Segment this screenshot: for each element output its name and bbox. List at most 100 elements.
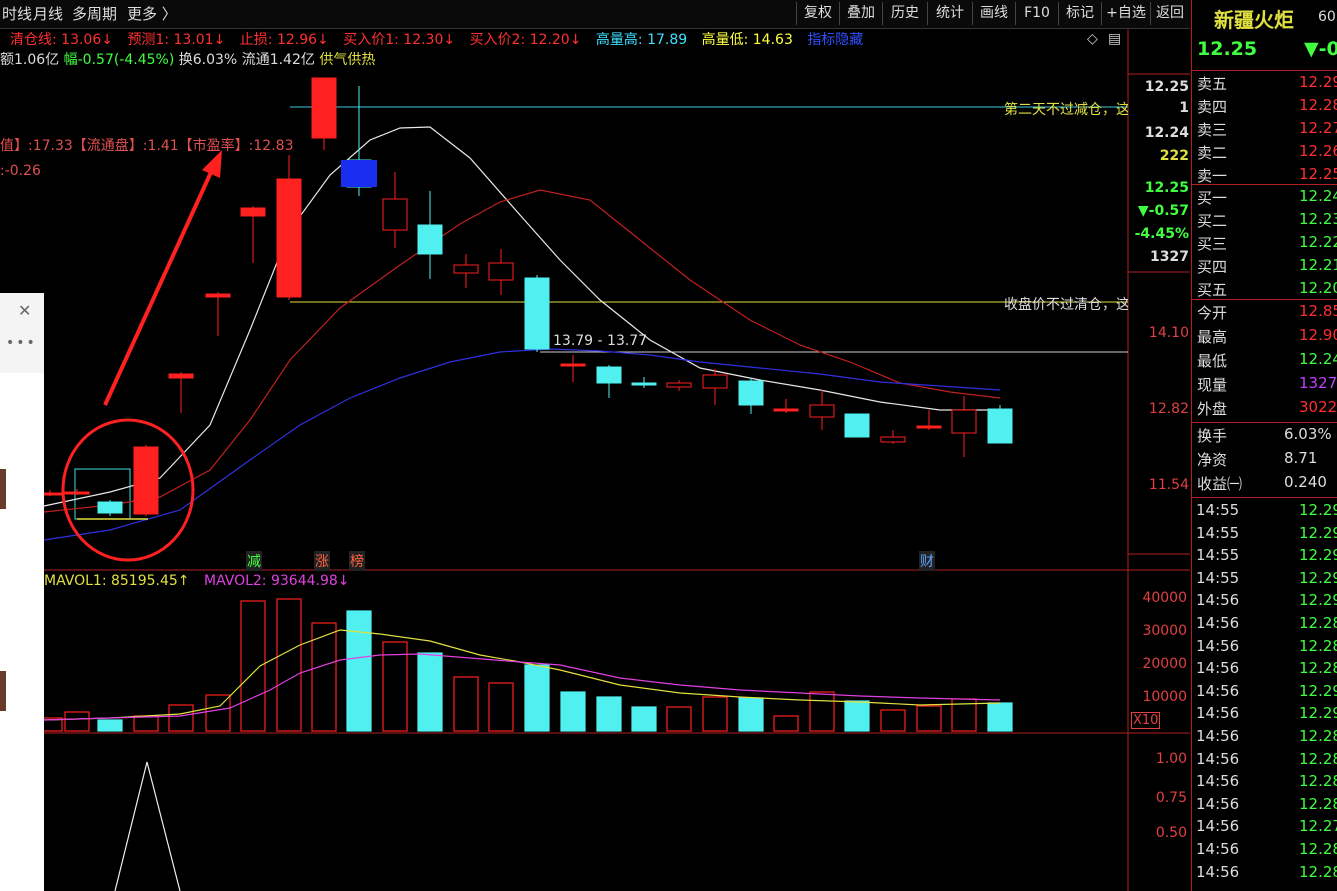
- history-button[interactable]: 历史: [882, 2, 927, 25]
- tick-row: 14:56 12.28: [1192, 750, 1337, 772]
- arrow-shaft: [103, 169, 214, 406]
- thumbnail-image[interactable]: [0, 469, 6, 509]
- more-dots-icon[interactable]: •••: [6, 335, 37, 351]
- volume-bar: [346, 610, 372, 732]
- bid-row[interactable]: 买三 12.22: [1192, 233, 1337, 255]
- ask-row[interactable]: 卖四 12.28: [1192, 96, 1337, 118]
- stat2-row-label: 换手: [1197, 427, 1228, 445]
- candle: [453, 264, 479, 274]
- tick-time: 14:56: [1196, 659, 1240, 678]
- tick-price: 12.28: [1299, 614, 1337, 632]
- ask-row[interactable]: 卖五 12.29: [1192, 73, 1337, 95]
- price-axis-label: ▼-0.57: [1137, 203, 1189, 219]
- stat-row[interactable]: 现量 1327: [1192, 374, 1337, 396]
- candle: [311, 77, 337, 139]
- indicator-clear-line: 清仓线: 13.06↓: [10, 32, 113, 48]
- tick-row: 14:56 12.29: [1192, 704, 1337, 726]
- tick-price: 12.28: [1299, 749, 1337, 768]
- candle: [560, 363, 586, 367]
- period-tab-time[interactable]: 时线: [2, 3, 32, 24]
- candle: [702, 374, 728, 389]
- stat-row[interactable]: 外盘 30226: [1192, 398, 1337, 420]
- stat-row-value: 12.90: [1299, 326, 1337, 344]
- osc-axis-label: 0.75: [1155, 790, 1187, 806]
- overlay-button[interactable]: 叠加: [839, 2, 882, 25]
- ask-row[interactable]: 卖三 12.27: [1192, 119, 1337, 141]
- add-watchlist-button[interactable]: +自选: [1101, 2, 1150, 25]
- bid-row[interactable]: 买一 12.24: [1192, 187, 1337, 209]
- tick-price: 12.28: [1299, 840, 1337, 858]
- indicator-hide-toggle[interactable]: 指标隐藏: [807, 32, 863, 48]
- price-axis-label: 12.82: [1148, 401, 1189, 417]
- tick-time: 14:56: [1196, 614, 1240, 632]
- stat-row-value: 12.24: [1299, 350, 1337, 368]
- indicator-values: 清仓线: 13.06↓ 预测1: 13.01↓ 止损: 12.96↓ 买入价1:…: [0, 29, 1128, 49]
- fundamentals-text-2: :-0.26: [0, 163, 41, 179]
- statistics-button[interactable]: 统计: [927, 2, 972, 25]
- current-price: 12.25: [1197, 38, 1258, 60]
- event-marker[interactable]: 涨: [314, 551, 330, 571]
- volume-bar: [524, 664, 550, 732]
- volume-axis-label: 20000: [1142, 656, 1187, 672]
- volume-axis-label: 10000: [1142, 689, 1187, 705]
- candle: [987, 408, 1013, 444]
- indicator-high-vol-high: 高量高: 17.89: [595, 32, 688, 48]
- ask-row-label: 卖五: [1197, 75, 1228, 93]
- volume-bar: [987, 702, 1013, 732]
- tick-time: 14:55: [1196, 568, 1240, 587]
- bid-row[interactable]: 买五 12.20: [1192, 279, 1337, 301]
- tick-row: 14:56 12.28: [1192, 772, 1337, 794]
- tick-row: 14:56 12.29: [1192, 591, 1337, 613]
- stat2-row-value: 6.03%: [1284, 425, 1332, 443]
- draw-line-button[interactable]: 画线: [972, 2, 1015, 25]
- stat-row[interactable]: 最低 12.24: [1192, 350, 1337, 372]
- period-tab-multi[interactable]: 多周期: [72, 3, 117, 24]
- price-axis-label: 12.25: [1144, 79, 1189, 95]
- stat-row-value: 1327: [1299, 374, 1337, 392]
- stat-row[interactable]: 今开 12.85: [1192, 302, 1337, 324]
- restore-rights-button[interactable]: 复权: [796, 2, 839, 25]
- indicator-forecast: 预测1: 13.01↓: [127, 32, 226, 48]
- f10-button[interactable]: F10: [1015, 2, 1058, 25]
- candle: [524, 277, 550, 350]
- volume-bar: [702, 696, 728, 732]
- bid-row[interactable]: 买四 12.21: [1192, 256, 1337, 278]
- close-icon[interactable]: ✕: [18, 301, 31, 320]
- chart-toolbar: 时线 月线 多周期 更多 〉 复权 叠加 历史 统计 画线 F10 标记 +自选…: [0, 0, 1190, 29]
- mark-button[interactable]: 标记: [1058, 2, 1101, 25]
- bid-row[interactable]: 买二 12.23: [1192, 210, 1337, 232]
- back-button[interactable]: 返回: [1150, 2, 1189, 25]
- price-axis-label: 12.24: [1144, 125, 1189, 141]
- thumbnail-image[interactable]: [0, 671, 6, 711]
- candle: [596, 366, 622, 384]
- tick-row: 14:56 12.28: [1192, 614, 1337, 636]
- quote-panel: 新疆火炬 603 12.25 ▼-0 卖五 12.29 卖四 12.28 卖三 12.27…: [1191, 0, 1337, 891]
- ask-row-value: 12.27: [1299, 119, 1337, 137]
- change-text: 幅-0.57(-4.45%): [63, 52, 175, 68]
- candle: [133, 446, 159, 515]
- period-tab-month[interactable]: 月线: [33, 3, 63, 24]
- volume-scale-badge[interactable]: X10: [1131, 712, 1161, 729]
- event-marker[interactable]: 榜: [349, 551, 365, 571]
- volume-bar: [666, 706, 692, 732]
- stat2-row[interactable]: 换手 6.03%: [1192, 425, 1337, 447]
- stat2-row[interactable]: 收益㈠ 0.240: [1192, 473, 1337, 495]
- event-marker[interactable]: 财: [919, 551, 935, 571]
- candle: [916, 425, 942, 429]
- stat2-row[interactable]: 净资 8.71: [1192, 449, 1337, 471]
- ask-row[interactable]: 卖二 12.26: [1192, 142, 1337, 164]
- stock-code: 603: [1318, 9, 1337, 25]
- panel-toggle-icon[interactable]: ▤: [1108, 31, 1121, 47]
- event-marker[interactable]: 减: [246, 551, 262, 571]
- diamond-icon[interactable]: ◇: [1087, 31, 1098, 47]
- tick-row: 14:56 12.29: [1192, 682, 1337, 704]
- tick-row: 14:56 12.28: [1192, 863, 1337, 885]
- kline-chart[interactable]: [0, 0, 1190, 891]
- turnover-text: 换6.03%: [178, 52, 238, 68]
- candle: [205, 293, 231, 298]
- more-menu[interactable]: 更多 〉: [127, 3, 177, 24]
- stat-row[interactable]: 最高 12.90: [1192, 326, 1337, 348]
- candle: [666, 382, 692, 388]
- stat2-row-value: 0.240: [1284, 473, 1327, 491]
- bid-row-label: 买三: [1197, 235, 1228, 253]
